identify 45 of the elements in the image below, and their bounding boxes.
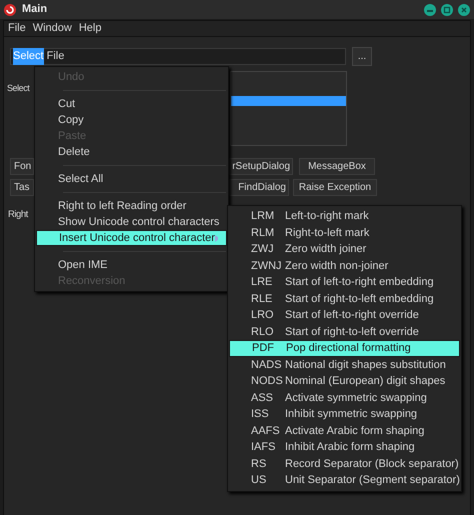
menu-item[interactable]: File — [8, 20, 26, 37]
file-path-field[interactable]: Select File — [10, 48, 346, 65]
push-button[interactable]: rSetupDialog — [229, 158, 293, 175]
push-button[interactable]: Raise Exception — [293, 179, 377, 196]
menu-item[interactable]: Open IME — [36, 257, 227, 273]
menu-item[interactable]: Right to left Reading order — [36, 198, 227, 214]
maximize-button[interactable] — [441, 4, 453, 16]
menu-item[interactable]: US Unit Separator (Segment separator) — [229, 472, 460, 488]
field-label: Select — [7, 82, 30, 95]
menu-item[interactable]: IAFS Inhibit Arabic form shaping — [229, 439, 460, 456]
push-button[interactable]: MessageBox — [299, 158, 375, 175]
push-button[interactable]: Fon — [10, 158, 34, 175]
push-button[interactable]: FindDialog — [229, 179, 289, 196]
menu-item[interactable]: Delete — [36, 144, 227, 160]
menu-item[interactable]: ASS Activate symmetric swapping — [229, 390, 460, 406]
menu-item[interactable]: ISS Inhibit symmetric swapping — [229, 406, 460, 422]
menu-item[interactable]: RS Record Separator (Block separator) — [229, 456, 460, 472]
menu-item[interactable]: ZWNJ Zero width non-joiner — [229, 258, 460, 274]
menu-item[interactable]: LRE Start of left-to-right embedding — [229, 274, 460, 290]
submenu-menu-item[interactable]: Insert Unicode control character — [36, 230, 227, 246]
menu-item[interactable]: Window — [32, 20, 72, 37]
menu-item[interactable]: NODS Nominal (European) digit shapes — [229, 373, 460, 390]
list-box[interactable] — [230, 71, 347, 146]
menu-item[interactable]: RLM Right-to-left mark — [229, 224, 460, 241]
close-button[interactable] — [458, 4, 470, 16]
minimize-button[interactable] — [424, 4, 436, 16]
menu-item[interactable]: Select All — [36, 171, 227, 187]
menu-item[interactable]: ZWJ Zero width joiner — [229, 241, 460, 258]
menu-item[interactable]: RLE Start of right-to-left embedding — [229, 290, 460, 307]
push-button[interactable]: Tas — [10, 179, 34, 196]
menu-item[interactable]: Help — [78, 20, 102, 37]
menu-item[interactable]: Copy — [36, 112, 227, 128]
menu-item[interactable]: Show Unicode control characters — [36, 214, 227, 230]
submenu-arrow-icon — [214, 234, 218, 242]
menu-item[interactable]: LRO Start of left-to-right override — [229, 307, 460, 324]
menu-item[interactable]: NADS National digit shapes substitution — [229, 356, 460, 373]
menu-item[interactable]: RLO Start of right-to-left override — [229, 324, 460, 340]
field-label: Right — [8, 208, 28, 222]
menu-item[interactable]: AAFS Activate Arabic form shaping — [229, 422, 460, 439]
menu-item[interactable]: LRM Left-to-right mark — [229, 208, 460, 224]
window-title: Main — [22, 2, 48, 18]
menu-item[interactable]: Cut — [36, 96, 227, 112]
menu-item[interactable]: PDF Pop directional formatting — [229, 340, 460, 356]
browse-button[interactable]: ... — [352, 47, 372, 66]
app-logo-icon — [4, 4, 16, 16]
